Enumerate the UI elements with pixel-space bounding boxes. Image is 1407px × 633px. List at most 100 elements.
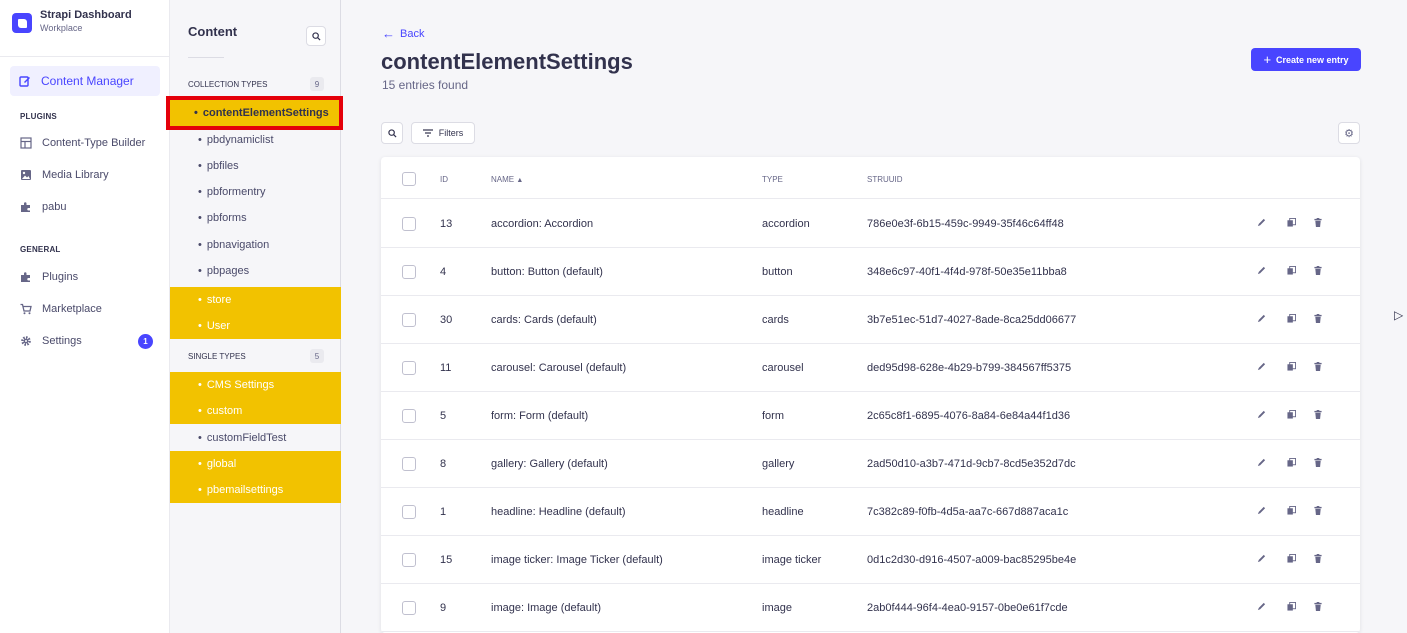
row-checkbox[interactable] — [402, 265, 416, 279]
duplicate-icon[interactable] — [1287, 266, 1296, 278]
cell-name: image ticker: Image Ticker (default) — [491, 554, 663, 566]
row-checkbox[interactable] — [402, 313, 416, 327]
brand[interactable]: Strapi Dashboard Workplace — [0, 0, 169, 57]
create-new-entry-button[interactable]: + Create new entry — [1251, 48, 1361, 71]
bullet-icon: • — [198, 265, 202, 277]
edit-pencil-icon[interactable] — [1257, 362, 1266, 374]
column-header-type[interactable]: TYPE — [762, 175, 783, 184]
cell-struuid: 2c65c8f1-6895-4076-8a84-6e84a44f1d36 — [867, 410, 1071, 422]
row-checkbox[interactable] — [402, 457, 416, 471]
duplicate-icon[interactable] — [1287, 218, 1296, 230]
nav-item-content-manager[interactable]: Content Manager — [10, 66, 160, 96]
collection-item-pbfiles[interactable]: • pbfiles — [170, 153, 341, 179]
single-item-label: pbemailsettings — [206, 484, 284, 496]
nav-item-media-library[interactable]: Media Library — [20, 166, 109, 184]
trash-icon[interactable] — [1314, 506, 1322, 518]
duplicate-icon[interactable] — [1287, 506, 1296, 518]
cell-type: carousel — [762, 362, 804, 374]
nav-item-content-type-builder[interactable]: Content-Type Builder — [20, 134, 145, 152]
table-row[interactable]: 5 form: Form (default) form 2c65c8f1-6895-4… — [381, 392, 1360, 440]
column-header-id[interactable]: ID — [440, 175, 448, 184]
page-title: contentElementSettings — [381, 49, 633, 74]
trash-icon[interactable] — [1314, 314, 1322, 326]
table-row[interactable]: 13 accordion: Accordion accordion 786e0e3f-… — [381, 200, 1360, 248]
filter-icon — [422, 129, 433, 137]
collection-item-pbformentry[interactable]: • pbformentry — [170, 179, 341, 205]
edit-pencil-icon[interactable] — [1257, 506, 1266, 518]
single-item-customfieldtest[interactable]: • customFieldTest — [170, 425, 341, 451]
nav-item-label: Plugins — [42, 271, 79, 283]
table-row[interactable]: 11 carousel: Carousel (default) carousel de… — [381, 344, 1360, 392]
edit-pencil-icon[interactable] — [1257, 410, 1266, 422]
duplicate-icon[interactable] — [1287, 602, 1296, 614]
nav-item-label: Content-Type Builder — [42, 137, 146, 149]
edit-pencil-icon[interactable] — [1257, 314, 1266, 326]
select-all-checkbox[interactable] — [402, 172, 416, 186]
collection-item-store[interactable]: • store — [170, 287, 341, 313]
single-item-cms-settings[interactable]: • CMS Settings — [170, 372, 341, 398]
column-header-name[interactable]: NAME ▲ — [491, 175, 523, 184]
table-row[interactable]: 8 gallery: Gallery (default) gallery 2ad50d… — [381, 440, 1360, 488]
trash-icon[interactable] — [1314, 362, 1322, 374]
row-checkbox[interactable] — [402, 361, 416, 375]
back-link[interactable]: ← Back — [382, 26, 424, 41]
table-row[interactable]: 1 headline: Headline (default) headline 7c3… — [381, 488, 1360, 536]
cart-icon — [20, 303, 32, 315]
nav-item-settings[interactable]: Settings — [20, 332, 82, 350]
row-checkbox[interactable] — [402, 409, 416, 423]
single-item-custom[interactable]: • custom — [170, 398, 341, 424]
collection-item-pbforms[interactable]: • pbforms — [170, 205, 341, 231]
collection-item-user[interactable]: • User — [170, 313, 341, 339]
table-row[interactable]: 4 button: Button (default) button 348e6c97-… — [381, 248, 1360, 296]
duplicate-icon[interactable] — [1287, 554, 1296, 566]
row-checkbox[interactable] — [402, 217, 416, 231]
collection-item-pbnavigation[interactable]: • pbnavigation — [170, 232, 341, 258]
collection-item-contentelementsettings[interactable]: • contentElementSettings — [166, 96, 343, 130]
trash-icon[interactable] — [1314, 458, 1322, 470]
row-checkbox[interactable] — [402, 553, 416, 567]
list-settings-button[interactable]: ⚙ — [1338, 122, 1360, 144]
edit-pencil-icon[interactable] — [1257, 554, 1266, 566]
trash-icon[interactable] — [1314, 266, 1322, 278]
duplicate-icon[interactable] — [1287, 314, 1296, 326]
filters-button[interactable]: Filters — [411, 122, 475, 144]
table-header: ID NAME ▲ TYPE STRUUID — [381, 157, 1360, 199]
edit-pencil-icon[interactable] — [1257, 602, 1266, 614]
single-types-header[interactable]: SINGLE TYPES 5 — [170, 346, 341, 366]
cell-name: button: Button (default) — [491, 266, 603, 278]
edit-pencil-icon[interactable] — [1257, 266, 1266, 278]
content-subnav: Content COLLECTION TYPES 9 • pbdynamiclis… — [170, 0, 341, 633]
trash-icon[interactable] — [1314, 410, 1322, 422]
single-item-label: CMS Settings — [206, 379, 275, 391]
trash-icon[interactable] — [1314, 554, 1322, 566]
pencil-icon — [19, 75, 31, 87]
single-item-global[interactable]: • global — [170, 451, 341, 477]
nav-item-plugins[interactable]: Plugins — [20, 268, 78, 286]
edit-pencil-icon[interactable] — [1257, 458, 1266, 470]
trash-icon[interactable] — [1314, 602, 1322, 614]
collection-item-pbpages[interactable]: • pbpages — [170, 258, 341, 284]
table-search-button[interactable] — [381, 122, 403, 144]
nav-item-marketplace[interactable]: Marketplace — [20, 300, 102, 318]
row-checkbox[interactable] — [402, 601, 416, 615]
duplicate-icon[interactable] — [1287, 410, 1296, 422]
edit-pencil-icon[interactable] — [1257, 218, 1266, 230]
table-row[interactable]: 30 cards: Cards (default) cards 3b7e51ec-51… — [381, 296, 1360, 344]
entries-count: 15 entries found — [382, 78, 469, 92]
collection-item-pbdynamiclist[interactable]: • pbdynamiclist — [170, 127, 341, 153]
nav-item-pabu[interactable]: pabu — [20, 198, 66, 216]
column-header-struuid[interactable]: STRUUID — [867, 175, 903, 184]
row-checkbox[interactable] — [402, 505, 416, 519]
cell-type: image — [762, 602, 792, 614]
cell-type: headline — [762, 506, 804, 518]
settings-notification-badge: 1 — [138, 334, 153, 349]
subnav-search-button[interactable] — [306, 26, 326, 46]
single-item-pbemailsettings[interactable]: • pbemailsettings — [170, 477, 341, 503]
duplicate-icon[interactable] — [1287, 362, 1296, 374]
duplicate-icon[interactable] — [1287, 458, 1296, 470]
main-navigation: Strapi Dashboard Workplace Content Manag… — [0, 0, 170, 633]
collection-types-header[interactable]: COLLECTION TYPES 9 — [170, 74, 341, 94]
table-row[interactable]: 9 image: Image (default) image 2ab0f444-96f… — [381, 584, 1360, 632]
table-row[interactable]: 15 image ticker: Image Ticker (default) im… — [381, 536, 1360, 584]
trash-icon[interactable] — [1314, 218, 1322, 230]
